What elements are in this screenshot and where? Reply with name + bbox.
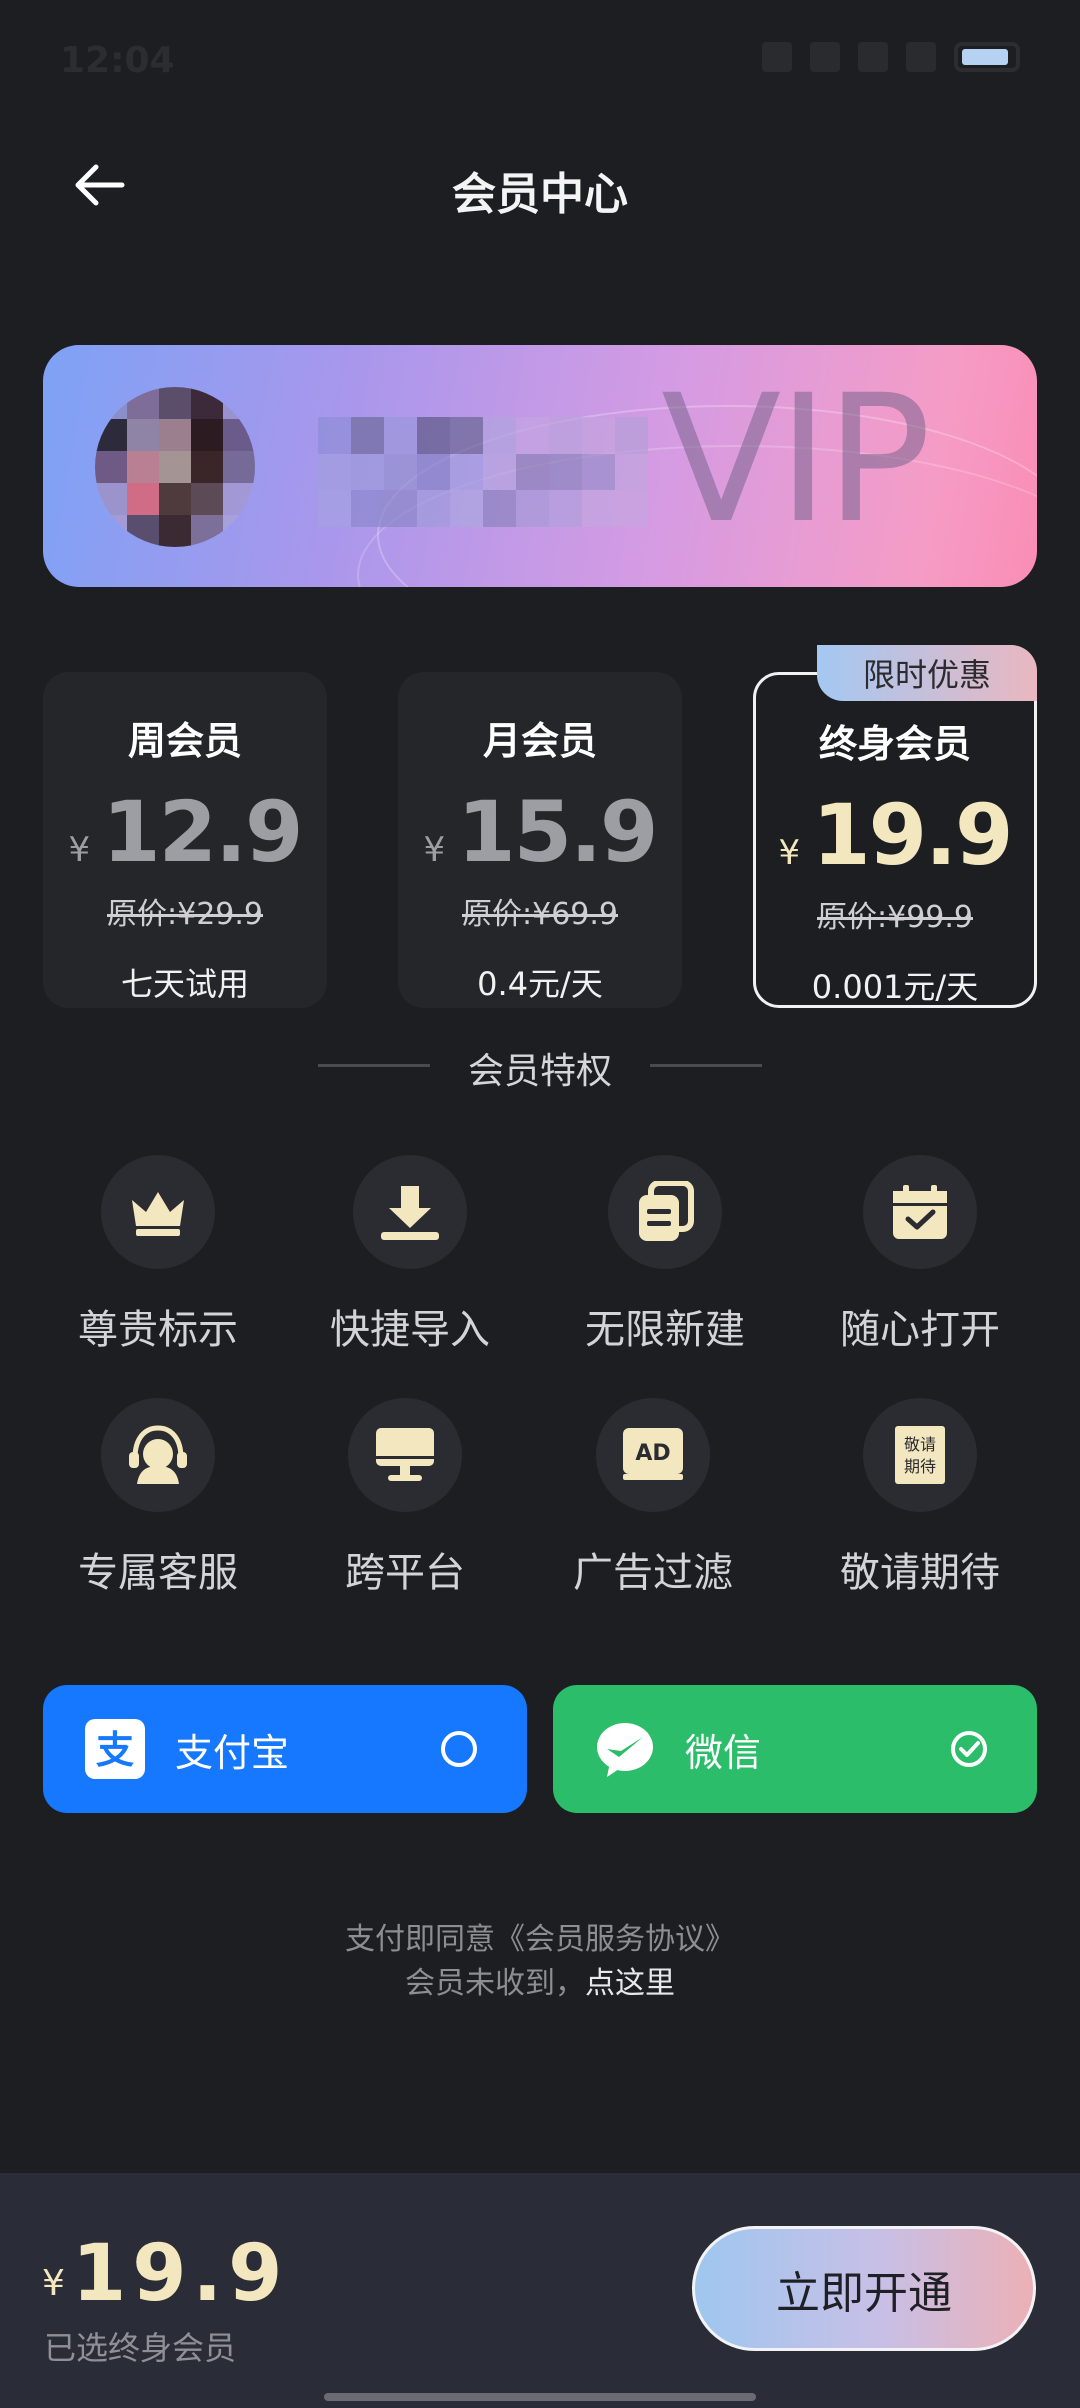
alipay-button[interactable]: 支 支付宝 [43,1685,527,1813]
wechat-icon [597,1723,653,1777]
plan-price: ¥ 15.9 [423,783,659,881]
promo-badge: 限时优惠 [817,645,1037,701]
svg-text:期待: 期待 [904,1457,936,1476]
wechat-label: 微信 [685,1730,762,1775]
plan-original-price: 原价:¥29.9 [107,897,263,932]
svg-text:支: 支 [96,1728,134,1772]
svg-text:AD: AD [635,1441,670,1466]
privilege-item: 专属客服 [48,1398,268,1598]
network-speed-icon [810,42,840,72]
coming-soon-icon: 敬请 期待 [895,1426,945,1484]
plan-card-weekly[interactable]: 周会员 ¥ 12.9 原价:¥29.9 七天试用 [43,672,327,1008]
plan-unit-price: 七天试用 [120,965,249,1003]
privileges-title: 会员特权 [467,1051,612,1092]
privilege-item: 尊贵标示 [48,1155,268,1355]
mute-icon [762,42,792,72]
sim-icon [858,42,888,72]
vip-banner: VIP [43,345,1037,587]
privilege-item: 无限新建 [555,1155,775,1355]
privilege-item: 敬请 期待 敬请期待 [810,1398,1030,1598]
alipay-label: 支付宝 [175,1730,290,1775]
monitor-icon [376,1428,434,1481]
wechat-pay-button[interactable]: 微信 [553,1685,1037,1813]
crown-icon [132,1192,184,1236]
plan-card-lifetime[interactable]: 终身会员 ¥ 19.9 原价:¥99.9 0.001元/天 [753,672,1037,1008]
subscribe-button[interactable]: 立即开通 [692,2226,1036,2351]
privilege-item: AD 广告过滤 [543,1398,763,1598]
page-title: 会员中心 [452,169,628,220]
plan-price: ¥ 12.9 [68,783,304,881]
plan-name: 周会员 [127,719,242,763]
plan-unit-price: 0.001元/天 [811,968,979,1006]
plan-original-price: 原价:¥99.9 [817,900,973,935]
plan-price: ¥ 19.9 [778,786,1014,884]
privilege-item: 快捷导入 [300,1155,520,1355]
bottom-bar: ¥ 19.9 已选终身会员 立即开通 [0,2173,1080,2408]
alipay-icon: 支 [85,1719,145,1779]
status-bar: 12:04 [0,0,1080,120]
calendar-check-icon [893,1185,947,1239]
status-time: 12:04 [60,40,175,81]
documents-icon [639,1181,694,1241]
plan-original-price: 原价:¥69.9 [462,897,618,932]
home-indicator[interactable] [324,2393,756,2401]
total-currency: ¥ [42,2263,65,2304]
status-icons [762,42,1020,72]
not-received-text: 会员未收到， [405,1966,585,2001]
plan-name: 终身会员 [818,722,971,766]
click-here-link[interactable]: 点这里 [585,1966,675,2001]
agreement-text: 支付即同意《会员服务协议》 会员未收到，点这里 [0,1918,1080,2006]
wifi-icon [906,42,936,72]
service-agreement-link[interactable]: 支付即同意《会员服务协议》 [0,1918,1080,1962]
username-blurred [318,417,648,527]
svg-text:敬请: 敬请 [904,1435,936,1454]
selected-plan-text: 已选终身会员 [44,2329,237,2367]
headset-icon [129,1425,187,1484]
plan-card-monthly[interactable]: 月会员 ¥ 15.9 原价:¥69.9 0.4元/天 [398,672,682,1008]
avatar[interactable] [95,387,255,547]
radio-checked-icon[interactable] [949,1729,989,1769]
privilege-item: 跨平台 [295,1398,515,1598]
import-icon [381,1186,439,1240]
privilege-item: 随心打开 [810,1155,1030,1355]
battery-icon [954,42,1020,72]
radio-unchecked-icon[interactable] [439,1729,479,1769]
vip-watermark: VIP [661,357,931,562]
plan-name: 月会员 [482,719,597,763]
plan-unit-price: 0.4元/天 [477,965,603,1003]
ad-icon: AD [623,1428,683,1480]
total-price: 19.9 [72,2229,289,2319]
